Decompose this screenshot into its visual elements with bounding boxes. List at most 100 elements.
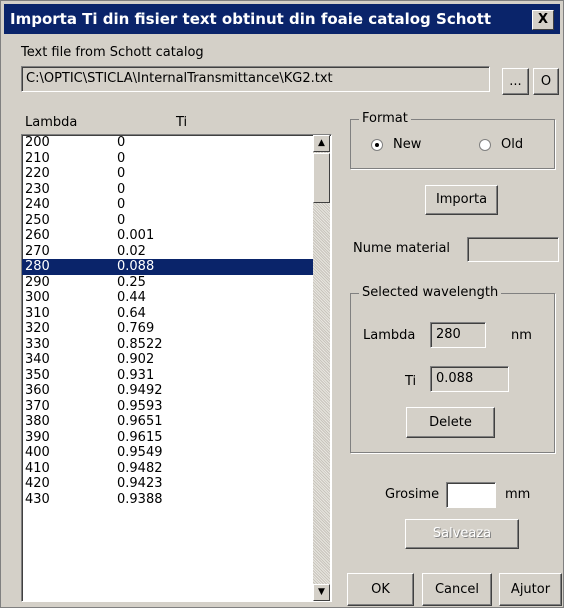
list-item[interactable]: 250 0 (22, 213, 313, 229)
lambda-cell: 240 (25, 197, 50, 212)
sel-ti-field[interactable]: 0.088 (430, 366, 509, 392)
lambda-cell: 380 (25, 414, 50, 429)
lambda-cell: 220 (25, 166, 50, 181)
lambda-header: Lambda (25, 115, 78, 130)
list-item[interactable]: 270 0.02 (22, 244, 313, 260)
ti-cell: 0 (117, 166, 126, 181)
close-icon[interactable]: X (532, 10, 554, 30)
lambda-cell: 280 (25, 259, 50, 274)
ti-cell: 0.02 (117, 243, 146, 259)
list-item[interactable]: 290 0.25 (22, 275, 313, 291)
ajutor-button[interactable]: Ajutor (499, 573, 562, 606)
ti-cell: 0.9492 (117, 383, 163, 398)
browse-button[interactable]: ... (502, 68, 529, 95)
ti-header: Ti (176, 115, 188, 130)
lambda-cell: 320 (25, 321, 50, 336)
cancel-button[interactable]: Cancel (422, 573, 492, 606)
title-bar[interactable]: Importa Ti din fisier text obtinut din f… (4, 4, 560, 34)
list-item[interactable]: 310 0.64 (22, 306, 313, 322)
format-group-title: Format (359, 111, 411, 126)
ti-cell: 0.001 (117, 228, 155, 243)
lambda-cell: 310 (25, 305, 50, 321)
ti-cell: 0.25 (117, 274, 146, 290)
format-new-radio[interactable] (371, 139, 383, 151)
lambda-cell: 420 (25, 476, 50, 491)
importa-button[interactable]: Importa (425, 185, 498, 215)
list-item[interactable]: 380 0.9651 (22, 414, 313, 430)
list-item[interactable]: 280 0.088 (22, 259, 313, 275)
ti-cell: 0 (117, 181, 126, 197)
list-item[interactable]: 430 0.9388 (22, 492, 313, 508)
ti-cell: 0.9423 (117, 476, 163, 491)
lambda-cell: 370 (25, 398, 50, 414)
ti-cell: 0 (117, 212, 126, 228)
importa-label: Importa (435, 192, 488, 207)
ti-cell: 0.44 (117, 290, 146, 305)
scroll-up-icon[interactable]: ▲ (313, 135, 330, 152)
lambda-cell: 260 (25, 228, 50, 243)
list-item[interactable]: 410 0.9482 (22, 461, 313, 477)
lambda-cell: 270 (25, 243, 50, 259)
lambda-cell: 430 (25, 491, 50, 507)
salveaza-label: Salveaza (432, 526, 492, 541)
ti-cell: 0.088 (117, 259, 155, 274)
list-item[interactable]: 260 0.001 (22, 228, 313, 244)
list-item[interactable]: 220 0 (22, 166, 313, 182)
ti-cell: 0.931 (117, 367, 155, 383)
ti-cell: 0.769 (117, 321, 155, 336)
format-old-label[interactable]: Old (501, 137, 523, 152)
material-label: Nume material (353, 241, 451, 256)
ti-cell: 0 (117, 197, 126, 212)
wavelength-list[interactable]: 200 0 210 0 220 0 230 0 240 0 250 0 260 0.001 270 0.02 2… (22, 135, 313, 601)
grosime-label: Grosime (385, 487, 440, 502)
salveaza-button[interactable]: Salveaza (405, 519, 519, 549)
cancel-label: Cancel (434, 582, 480, 597)
selected-wavelength-group: Selected wavelength Lambda 280 nm Ti 0.0… (350, 285, 555, 453)
sel-lambda-label: Lambda (363, 328, 416, 343)
lambda-cell: 210 (25, 150, 50, 166)
ti-cell: 0.9615 (117, 429, 163, 445)
list-item[interactable]: 400 0.9549 (22, 445, 313, 461)
file-path-field[interactable]: C:\OPTIC\STICLA\InternalTransmittance\KG… (21, 66, 490, 92)
list-item[interactable]: 230 0 (22, 182, 313, 198)
sel-lambda-unit: nm (511, 328, 532, 343)
list-item[interactable]: 420 0.9423 (22, 476, 313, 492)
format-new-label[interactable]: New (393, 137, 421, 152)
window-title: Importa Ti din fisier text obtinut din f… (10, 10, 492, 28)
lambda-cell: 360 (25, 383, 50, 398)
ok-button[interactable]: OK (347, 573, 414, 606)
list-item[interactable]: 340 0.902 (22, 352, 313, 368)
list-item[interactable]: 200 0 (22, 135, 313, 151)
sel-ti-label: Ti (405, 374, 417, 389)
lambda-cell: 250 (25, 212, 50, 228)
list-item[interactable]: 320 0.769 (22, 321, 313, 337)
ajutor-label: Ajutor (510, 582, 551, 597)
grosime-unit: mm (505, 487, 531, 502)
grosime-field[interactable] (446, 482, 496, 508)
selected-group-title: Selected wavelength (359, 285, 502, 300)
lambda-cell: 410 (25, 460, 50, 476)
list-item[interactable]: 360 0.9492 (22, 383, 313, 399)
scroll-down-icon[interactable]: ▼ (313, 584, 330, 601)
lambda-cell: 400 (25, 445, 50, 460)
list-scrollbar[interactable]: ▲ ▼ (313, 135, 330, 601)
lambda-cell: 350 (25, 367, 50, 383)
list-item[interactable]: 330 0.8522 (22, 337, 313, 353)
list-item[interactable]: 210 0 (22, 151, 313, 167)
scroll-thumb[interactable] (313, 153, 330, 203)
format-old-radio[interactable] (479, 139, 491, 151)
list-item[interactable]: 350 0.931 (22, 368, 313, 384)
list-item[interactable]: 370 0.9593 (22, 399, 313, 415)
sel-lambda-field[interactable]: 280 (430, 322, 486, 348)
list-item[interactable]: 390 0.9615 (22, 430, 313, 446)
ti-cell: 0.9651 (117, 414, 163, 429)
lambda-cell: 230 (25, 181, 50, 197)
lambda-cell: 290 (25, 274, 50, 290)
ti-cell: 0.64 (117, 305, 146, 321)
ti-cell: 0.902 (117, 352, 155, 367)
list-item[interactable]: 240 0 (22, 197, 313, 213)
delete-button[interactable]: Delete (406, 407, 495, 438)
material-field[interactable] (467, 237, 559, 262)
list-item[interactable]: 300 0.44 (22, 290, 313, 306)
open-button[interactable]: O (533, 68, 559, 95)
